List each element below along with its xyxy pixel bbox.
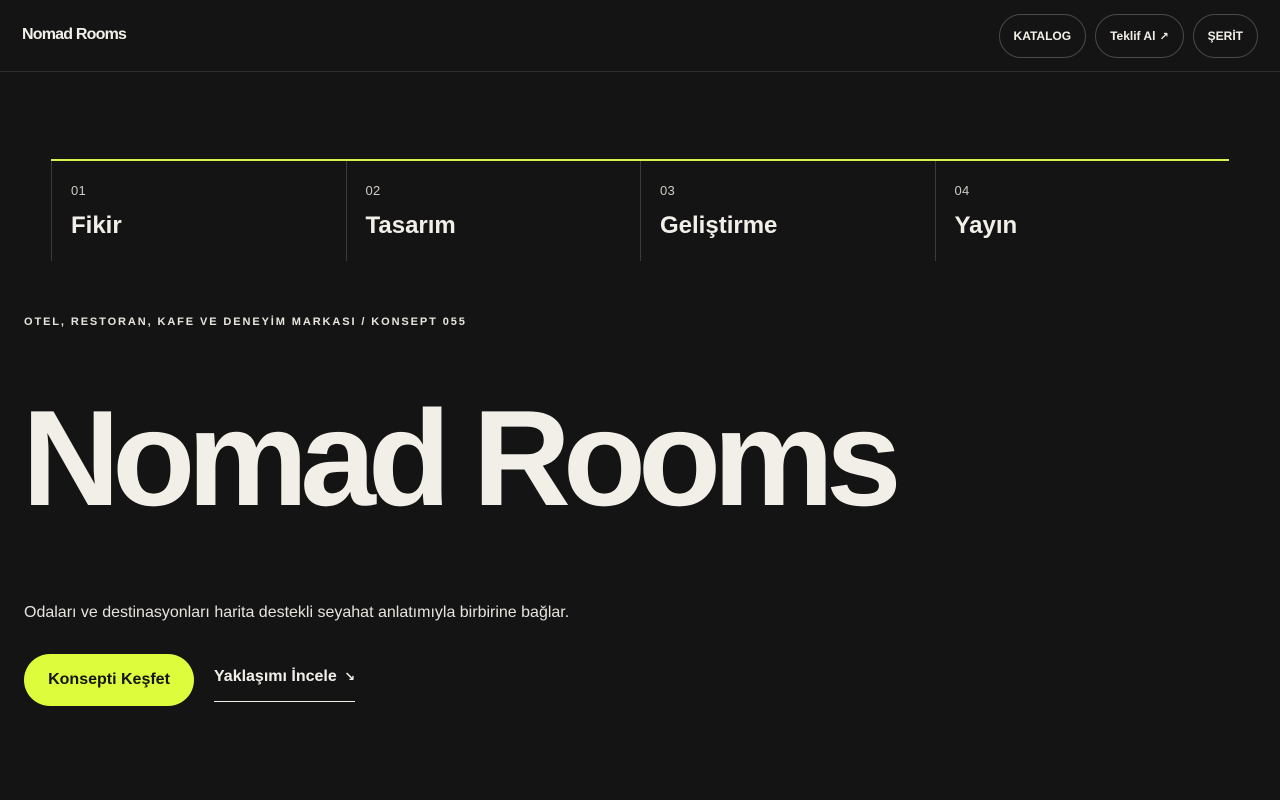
step-title: Tasarım: [365, 212, 456, 239]
explore-concept-button[interactable]: Konsepti Keşfet: [24, 654, 194, 706]
step-item: 01 Fikir: [51, 161, 346, 261]
step-item: 04 Yayın: [934, 161, 1230, 261]
step-item: 03 Geliştirme: [640, 161, 935, 261]
nav-button-label: Teklif Al: [1110, 29, 1156, 43]
step-number: 04: [954, 183, 970, 198]
arrow-up-right-icon: ↗: [1159, 30, 1169, 43]
step-title: Yayın: [954, 212, 1018, 239]
hero-lead-text: Odaları ve destinasyonları harita destek…: [24, 604, 570, 621]
view-approach-link[interactable]: Yaklaşımı İncele ↘: [214, 668, 356, 702]
step-title: Fikir: [71, 212, 122, 239]
nav-button-label: ŞERİT: [1207, 29, 1243, 43]
process-steps: 01 Fikir 02 Tasarım 03 Geliştirme 04 Yay…: [51, 159, 1229, 261]
hero-eyebrow: OTEL, RESTORAN, KAFE VE DENEYİM MARKASI …: [24, 316, 467, 328]
nav-button-label: KATALOG: [1013, 29, 1072, 43]
brand-logo[interactable]: Nomad Rooms: [22, 26, 127, 44]
view-approach-label: Yaklaşımı İncele: [214, 668, 337, 685]
nav-button-teklif-al[interactable]: Teklif Al ↗: [1095, 14, 1184, 58]
step-number: 01: [71, 183, 87, 198]
nav-button-katalog[interactable]: KATALOG: [998, 14, 1087, 58]
step-title: Geliştirme: [660, 212, 778, 239]
top-navigation-bar: Nomad Rooms KATALOG Teklif Al ↗ ŞERİT: [0, 0, 1280, 72]
header-nav: KATALOG Teklif Al ↗ ŞERİT: [998, 14, 1258, 58]
step-number: 03: [660, 183, 676, 198]
hero-title: Nomad Rooms: [22, 382, 902, 534]
arrow-down-right-icon: ↘: [344, 669, 356, 684]
nav-button-serit[interactable]: ŞERİT: [1192, 14, 1258, 58]
step-number: 02: [365, 183, 381, 198]
step-item: 02 Tasarım: [345, 161, 641, 261]
